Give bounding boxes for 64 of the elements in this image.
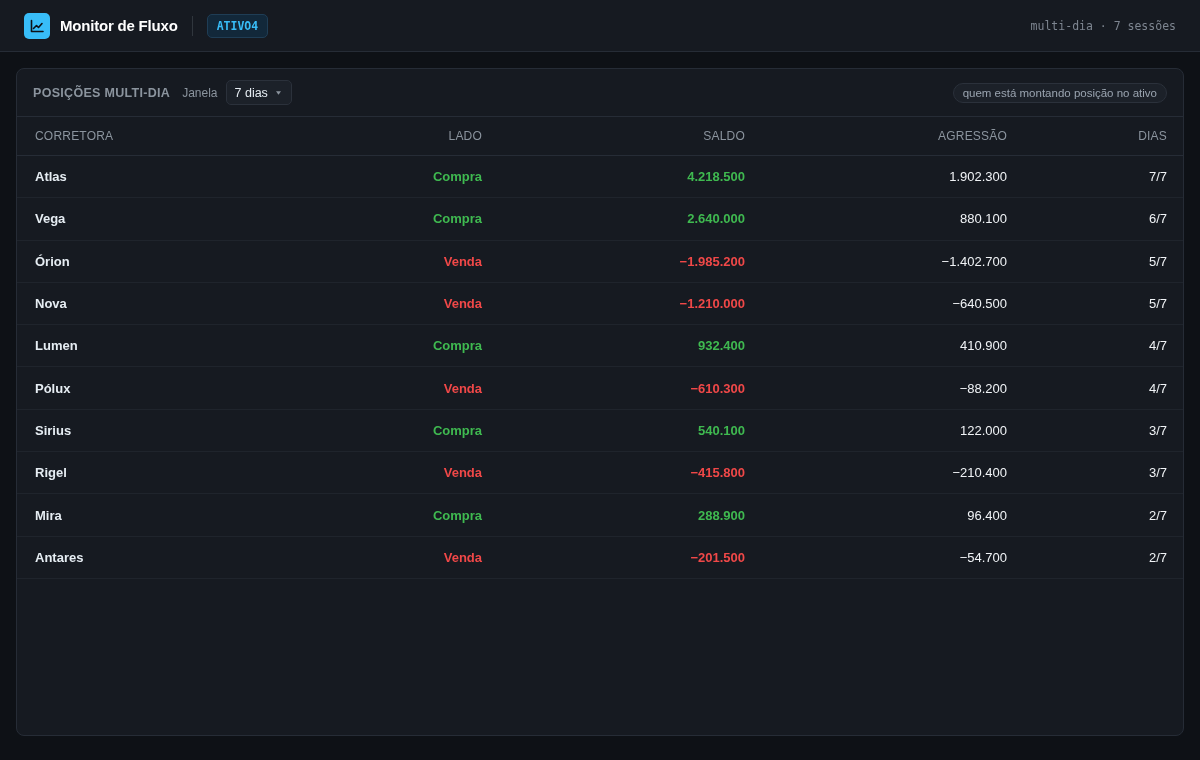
- aggression-cell-text: −210.400: [951, 465, 1007, 481]
- balance-cell-text: 932.400: [697, 338, 745, 354]
- side-cell-text: Compra: [431, 338, 482, 354]
- broker-name: Atlas: [35, 169, 68, 185]
- broker-name: Órion: [35, 253, 71, 269]
- column-header: LADO: [447, 129, 482, 143]
- column-header: DIAS: [1137, 129, 1167, 143]
- aggression-cell-text: 122.000: [959, 422, 1007, 438]
- balance-cell-text: −201.500: [689, 549, 745, 565]
- balance-cell-text: −610.300: [689, 380, 745, 396]
- side-cell-text: Venda: [442, 253, 482, 269]
- broker-name: Lumen: [35, 338, 79, 354]
- aggression-cell-text: 1.902.300: [948, 169, 1007, 185]
- aggression-cell-text: 410.900: [959, 338, 1007, 354]
- aggression-cell-text: −54.700: [958, 549, 1007, 565]
- window-label: Janela: [182, 85, 218, 100]
- days-cell-text: 5/7: [1147, 253, 1167, 269]
- window-dropdown[interactable]: 7 dias: [225, 80, 292, 105]
- aggression-cell-text: −88.200: [958, 380, 1007, 396]
- side-cell-text: Venda: [442, 465, 482, 481]
- panel-title: POSIÇÕES MULTI-DIA: [33, 85, 171, 100]
- aggression-cell-text: 96.400: [966, 507, 1007, 523]
- balance-cell-text: 540.100: [697, 422, 745, 438]
- days-cell-text: 4/7: [1147, 338, 1167, 354]
- days-cell-text: 3/7: [1147, 465, 1167, 481]
- broker-name: Mira: [35, 507, 63, 523]
- side-cell-text: Compra: [431, 211, 482, 227]
- broker-name: Pólux: [35, 380, 72, 396]
- broker-name: Sirius: [35, 422, 73, 438]
- balance-cell-text: −1.985.200: [678, 253, 745, 269]
- side-cell-text: Compra: [431, 507, 482, 523]
- column-header: AGRESSÃO: [937, 129, 1007, 143]
- balance-cell-text: 4.218.500: [686, 169, 745, 185]
- broker-name: Antares: [35, 549, 85, 565]
- days-cell-text: 4/7: [1147, 380, 1167, 396]
- session-info: multi-dia · 7 sessões: [1030, 18, 1176, 33]
- broker-name: Nova: [35, 296, 68, 312]
- balance-cell-text: 2.640.000: [686, 211, 745, 227]
- broker-name: Rigel: [35, 465, 68, 481]
- column-header: CORRETORA: [35, 129, 115, 143]
- days-cell-text: 6/7: [1147, 211, 1167, 227]
- caret-icon: [275, 90, 281, 95]
- info-pill: quem está montando posição no ativo: [952, 82, 1167, 103]
- days-cell-text: 5/7: [1147, 296, 1167, 312]
- balance-cell-text: −1.210.000: [678, 296, 745, 312]
- days-cell-text: 2/7: [1147, 507, 1167, 523]
- aggression-cell-text: −1.402.700: [940, 253, 1007, 269]
- side-cell-text: Venda: [442, 380, 482, 396]
- aggression-cell-text: −640.500: [951, 296, 1007, 312]
- side-cell-text: Compra: [431, 422, 482, 438]
- days-cell-text: 3/7: [1147, 422, 1167, 438]
- line-chart-icon: [24, 12, 50, 39]
- app-title: Monitor de Fluxo: [60, 17, 178, 34]
- side-cell-text: Venda: [442, 549, 482, 565]
- side-cell-text: Venda: [442, 296, 482, 312]
- balance-cell-text: 288.900: [697, 507, 745, 523]
- balance-cell-text: −415.800: [689, 465, 745, 481]
- days-cell-text: 2/7: [1147, 549, 1167, 565]
- days-cell-text: 7/7: [1147, 169, 1167, 185]
- column-header: SALDO: [702, 129, 745, 143]
- side-cell-text: Compra: [431, 169, 482, 185]
- aggression-cell-text: 880.100: [959, 211, 1007, 227]
- asset-badge: ATIVO4: [206, 13, 269, 38]
- broker-name: Vega: [35, 211, 67, 227]
